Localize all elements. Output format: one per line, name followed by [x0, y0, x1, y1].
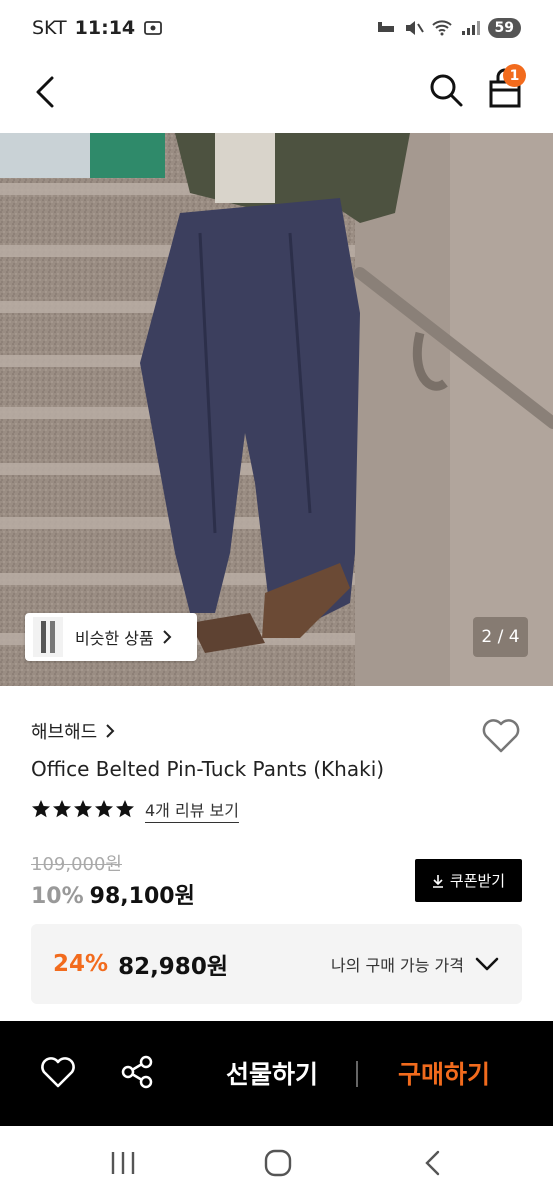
chevron-right-icon	[106, 724, 115, 738]
signal-icon	[461, 21, 480, 35]
product-image[interactable]	[0, 133, 553, 686]
coupon-label: 쿠폰받기	[449, 872, 506, 890]
nav-back-icon[interactable]	[420, 1148, 446, 1178]
star-icon	[53, 800, 71, 818]
my-discount-rate: 24%	[53, 951, 109, 977]
gift-button[interactable]: 선물하기	[212, 1051, 332, 1095]
action-bar: 선물하기 구매하기	[0, 1021, 553, 1126]
rating-row: 4개 리뷰 보기	[31, 797, 239, 821]
header	[0, 56, 553, 132]
image-counter: 2 / 4	[473, 617, 528, 657]
my-price-box[interactable]: 24% 82,980원 나의 구매 가능 가격	[31, 924, 522, 1004]
coupon-button[interactable]: 쿠폰받기	[415, 859, 522, 902]
status-time: 11:14	[74, 17, 136, 39]
wishlist-heart-icon[interactable]	[40, 1055, 76, 1089]
chevron-right-icon	[162, 630, 172, 644]
mute-icon	[405, 21, 424, 35]
back-icon[interactable]	[30, 74, 62, 110]
home-icon[interactable]	[263, 1148, 293, 1178]
discount-rate: 10%	[31, 884, 84, 909]
star-icon	[95, 800, 113, 818]
star-icon	[32, 800, 50, 818]
alarm-icon	[377, 22, 394, 32]
system-nav-bar	[0, 1126, 553, 1200]
my-price-label: 나의 구매 가능 가격	[330, 956, 464, 975]
like-heart-icon[interactable]	[481, 716, 521, 754]
share-icon[interactable]	[120, 1055, 154, 1089]
star-rating	[31, 799, 135, 819]
brand-link[interactable]: 해브해드	[31, 718, 115, 744]
similar-products-button[interactable]: 비슷한 상품	[25, 613, 197, 661]
price-row: 10% 98,100원	[31, 878, 195, 910]
product-photo	[0, 133, 553, 686]
divider	[356, 1061, 358, 1087]
search-icon[interactable]	[428, 72, 464, 108]
sale-price: 98,100원	[89, 884, 195, 909]
brand-name: 해브해드	[31, 722, 98, 743]
my-price: 82,980원	[118, 954, 228, 980]
wifi-icon	[431, 20, 452, 36]
status-bar: SKT 11:14 59	[0, 0, 553, 56]
buy-button[interactable]: 구매하기	[382, 1051, 506, 1095]
similar-thumbnail	[33, 617, 63, 657]
recent-apps-icon[interactable]	[108, 1150, 138, 1176]
star-icon	[74, 800, 92, 818]
chevron-down-icon	[475, 957, 499, 971]
original-price: 109,000원	[31, 854, 122, 875]
status-carrier: SKT	[32, 17, 67, 39]
product-title: Office Belted Pin-Tuck Pants (Khaki)	[31, 757, 385, 781]
similar-products-label: 비슷한 상품	[75, 629, 154, 648]
screenshot-icon	[144, 21, 163, 35]
download-icon	[432, 874, 443, 888]
review-link[interactable]: 4개 리뷰 보기	[145, 797, 239, 821]
battery-indicator: 59	[487, 18, 521, 38]
star-icon	[116, 800, 134, 818]
cart-count-badge: 1	[503, 64, 526, 87]
